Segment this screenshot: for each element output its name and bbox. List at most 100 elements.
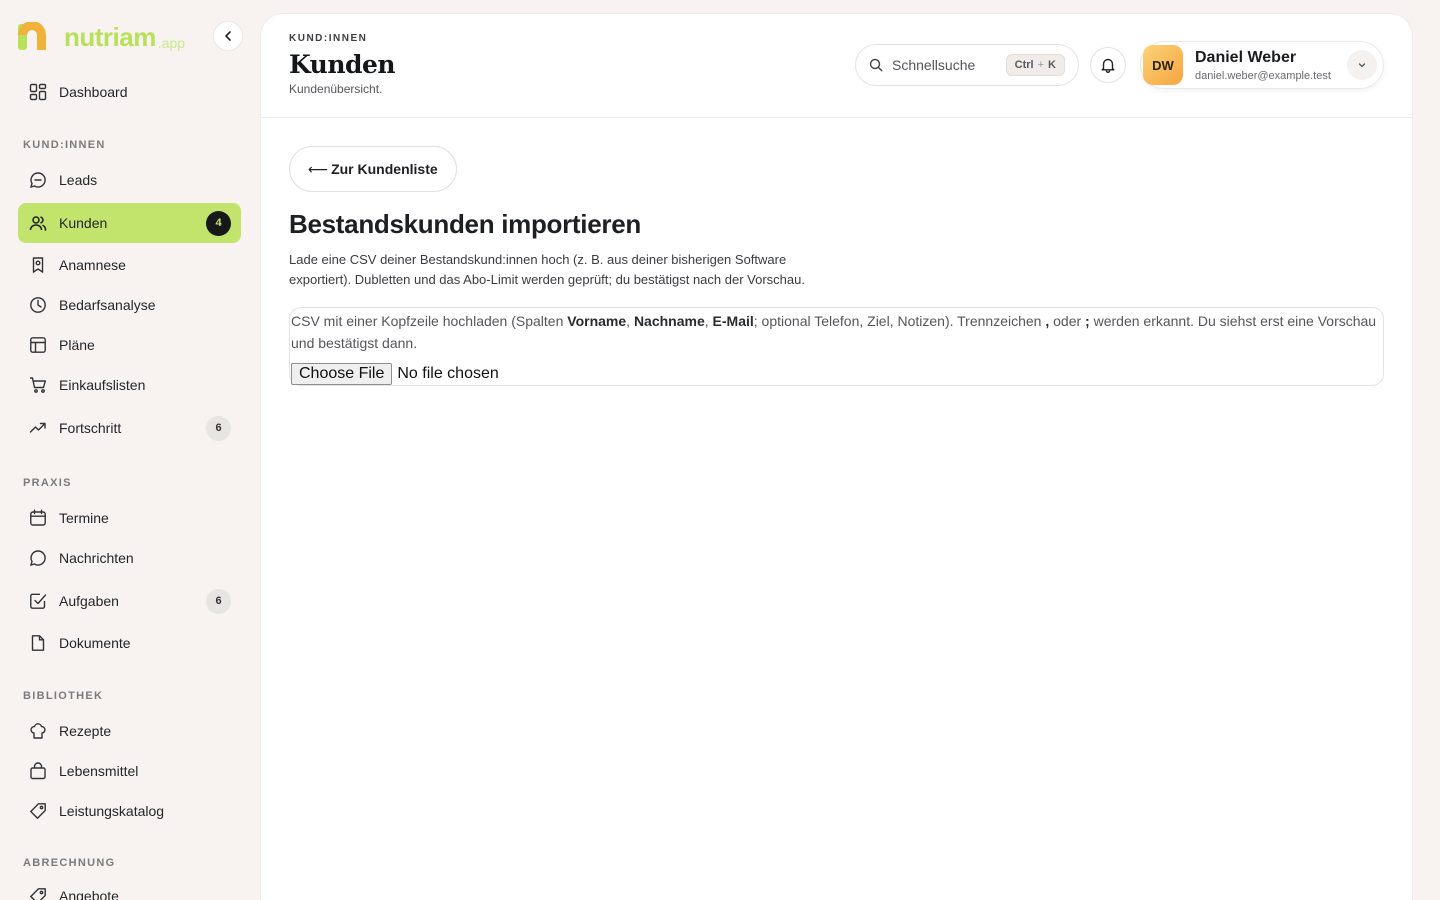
- sidebar-item-bedarfsanalyse[interactable]: Bedarfsanalyse: [18, 285, 241, 325]
- back-to-customer-list-button[interactable]: ⟵ Zur Kundenliste: [289, 146, 457, 192]
- sidebar-item-label: Bedarfsanalyse: [59, 297, 156, 313]
- page-title: Kunden: [289, 50, 396, 79]
- shortcut-key-k: K: [1048, 59, 1056, 71]
- sidebar-item-kunden[interactable]: Kunden 4: [18, 203, 241, 243]
- search-placeholder: Schnellsuche: [892, 57, 976, 73]
- hint-text: ,: [626, 313, 634, 329]
- sidebar-item-label: Dashboard: [59, 84, 128, 100]
- message-icon: [28, 548, 48, 568]
- collapse-sidebar-button[interactable]: [213, 21, 243, 51]
- hint-text: ,: [704, 313, 713, 329]
- brand-name: nutriam: [64, 22, 156, 52]
- hint-column: Vorname: [567, 313, 627, 329]
- shopping-cart-icon: [28, 375, 48, 395]
- sidebar-item-label: Leistungskatalog: [59, 803, 165, 819]
- sidebar: nutriam .app Dashboard KUND:INNEN Leads …: [0, 0, 260, 900]
- clock-icon: [28, 295, 48, 315]
- sidebar-item-label: Termine: [59, 510, 109, 526]
- sidebar-item-label: Fortschritt: [59, 420, 122, 436]
- page-eyebrow: KUND:INNEN: [289, 33, 368, 44]
- users-icon: [28, 213, 48, 233]
- sidebar-section-title: ABRECHNUNG: [23, 857, 116, 869]
- clipboard-icon: [28, 255, 48, 275]
- main-panel: KUND:INNEN Kunden Kundenübersicht. Schne…: [261, 14, 1412, 900]
- shortcut-key-ctrl: Ctrl: [1014, 59, 1034, 71]
- page-header: KUND:INNEN Kunden Kundenübersicht. Schne…: [261, 14, 1412, 118]
- avatar: DW: [1143, 45, 1183, 85]
- sidebar-item-label: Nachrichten: [59, 550, 134, 566]
- sidebar-item-label: Rezepte: [59, 723, 112, 739]
- sidebar-section-title: PRAXIS: [23, 477, 72, 489]
- search-icon: [869, 58, 883, 72]
- count-badge: 6: [206, 588, 231, 614]
- bell-icon: [1101, 58, 1115, 73]
- sidebar-section-title: BIBLIOTHEK: [23, 690, 104, 702]
- calendar-icon: [28, 508, 48, 528]
- sidebar-item-fortschritt[interactable]: Fortschritt 6: [18, 408, 241, 448]
- sidebar-section-title: KUND:INNEN: [23, 139, 106, 151]
- sidebar-item-rezepte[interactable]: Rezepte: [18, 711, 241, 751]
- sidebar-item-dashboard[interactable]: Dashboard: [18, 72, 241, 112]
- document-icon: [28, 633, 48, 653]
- count-badge: 6: [206, 415, 231, 441]
- logo-mark-icon: [18, 21, 46, 50]
- sidebar-item-label: Kunden: [59, 215, 108, 231]
- sidebar-item-label: Einkaufslisten: [59, 377, 146, 393]
- shortcut-plus: +: [1037, 59, 1045, 71]
- sidebar-item-label: Aufgaben: [59, 593, 119, 609]
- shortcut-hint: Ctrl + K: [1005, 54, 1065, 76]
- sidebar-item-label: Anamnese: [59, 257, 126, 273]
- chat-bubble-icon: [28, 170, 48, 190]
- sidebar-item-leistungskatalog[interactable]: Leistungskatalog: [18, 791, 241, 831]
- choose-file-button[interactable]: Choose File: [291, 363, 393, 385]
- import-title: Bestandskunden importieren: [289, 209, 641, 239]
- user-menu[interactable]: DW Daniel Weber daniel.weber@example.tes…: [1140, 41, 1384, 89]
- dashboard-icon: [28, 82, 48, 102]
- sidebar-item-lebensmittel[interactable]: Lebensmittel: [18, 751, 241, 791]
- user-name: Daniel Weber: [1195, 49, 1297, 66]
- hint-column: E-Mail: [712, 313, 754, 329]
- tag-icon: [28, 801, 48, 821]
- import-description: Lade eine CSV deiner Bestandskund:innen …: [289, 252, 805, 287]
- tag-icon: [28, 886, 48, 900]
- brand-logo[interactable]: nutriam .app: [18, 20, 185, 50]
- chevron-down-icon: [1358, 63, 1366, 68]
- checkbox-icon: [28, 591, 48, 611]
- user-email: daniel.weber@example.test: [1195, 70, 1331, 82]
- sidebar-item-anamnese[interactable]: Anamnese: [18, 245, 241, 285]
- sidebar-item-label: Dokumente: [59, 635, 131, 651]
- sidebar-item-angebote[interactable]: Angebote: [18, 876, 241, 900]
- sidebar-item-label: Lebensmittel: [59, 763, 139, 779]
- sidebar-item-einkaufslisten[interactable]: Einkaufslisten: [18, 365, 241, 405]
- sidebar-item-leads[interactable]: Leads: [18, 160, 241, 200]
- chef-hat-icon: [28, 721, 48, 741]
- chevron-left-icon: [225, 31, 231, 41]
- quick-search-input[interactable]: Schnellsuche Ctrl + K: [855, 44, 1079, 86]
- trending-up-icon: [28, 418, 48, 438]
- table-icon: [28, 335, 48, 355]
- upload-hint: CSV mit einer Kopfzeile hochladen (Spalt…: [291, 310, 1381, 354]
- hint-text: oder: [1049, 313, 1086, 329]
- sidebar-item-aufgaben[interactable]: Aufgaben 6: [18, 581, 241, 621]
- user-menu-toggle[interactable]: [1347, 50, 1377, 80]
- file-status: No file chosen: [397, 365, 499, 382]
- sidebar-item-termine[interactable]: Termine: [18, 498, 241, 538]
- sidebar-item-label: Angebote: [59, 888, 119, 900]
- sidebar-item-plaene[interactable]: Pläne: [18, 325, 241, 365]
- sidebar-item-nachrichten[interactable]: Nachrichten: [18, 538, 241, 578]
- notifications-button[interactable]: [1090, 47, 1126, 83]
- sidebar-item-label: Leads: [59, 172, 98, 188]
- hint-text: CSV mit einer Kopfzeile hochladen (Spalt…: [291, 313, 568, 329]
- sidebar-item-label: Pläne: [59, 337, 95, 353]
- hint-text: ; optional Telefon, Ziel, Notizen). Tren…: [753, 313, 1046, 329]
- arrow-left-icon: ⟵: [308, 160, 329, 177]
- page-subtitle: Kundenübersicht.: [289, 82, 383, 96]
- sidebar-item-dokumente[interactable]: Dokumente: [18, 623, 241, 663]
- brand-suffix: .app: [157, 35, 186, 51]
- file-input: Choose File No file chosen: [291, 363, 499, 385]
- csv-upload-box: CSV mit einer Kopfzeile hochladen (Spalt…: [289, 307, 1384, 386]
- back-button-label: Zur Kundenliste: [331, 161, 438, 177]
- hint-column: Nachname: [633, 313, 705, 329]
- count-badge: 4: [206, 210, 231, 236]
- shopping-bag-icon: [28, 761, 48, 781]
